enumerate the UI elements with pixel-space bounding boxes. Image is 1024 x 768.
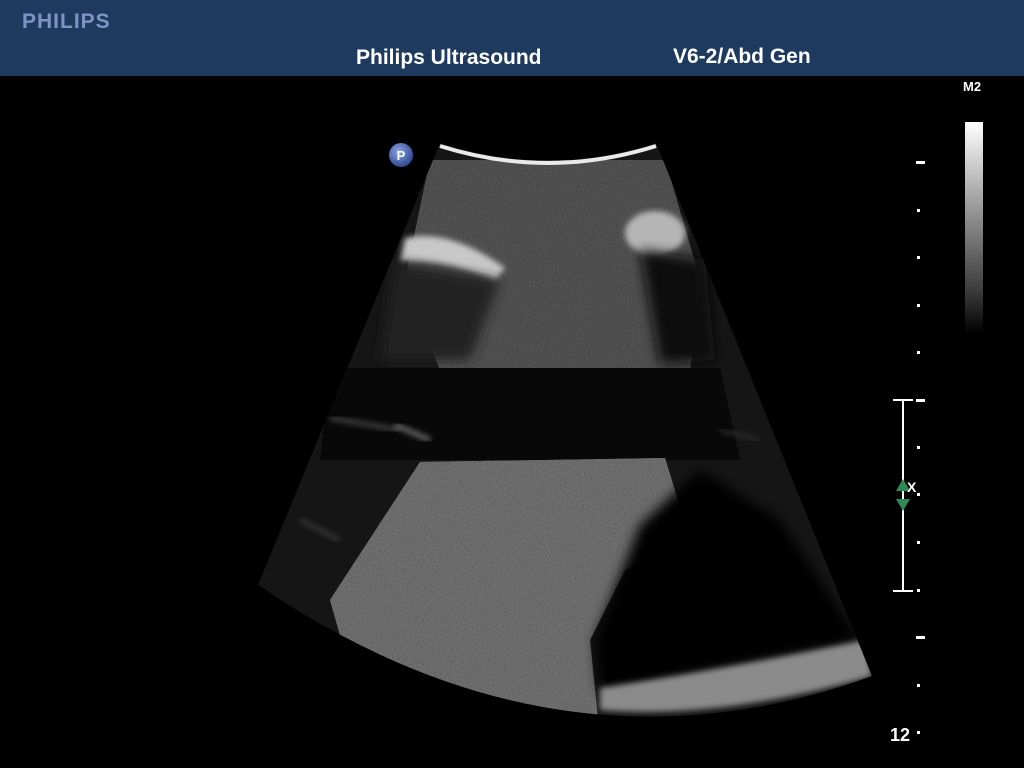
depth-tick-major (916, 161, 925, 164)
depth-tick-major (916, 399, 925, 402)
depth-tick-minor (917, 351, 920, 354)
title-bar: PHILIPS Philips Ultrasound V6-2/Abd Gen (0, 0, 1024, 76)
depth-readout: 12 (890, 725, 911, 745)
depth-tick-major (916, 636, 925, 639)
focal-zone-bottom-cap (893, 590, 913, 592)
app-title: Philips Ultrasound (356, 46, 542, 69)
depth-tick-minor (917, 304, 920, 307)
depth-tick-minor (917, 731, 920, 734)
focal-down-arrow-icon[interactable] (896, 499, 910, 511)
depth-tick-minor (917, 256, 920, 259)
probe-orientation-icon: P (389, 143, 413, 167)
echo-bright-right (625, 211, 685, 255)
depth-tick-minor (917, 541, 920, 544)
depth-tick-minor (917, 209, 920, 212)
anechoic-band (320, 368, 740, 460)
depth-tick-minor (917, 589, 920, 592)
depth-tick-minor (917, 446, 920, 449)
probe-preset-label: V6-2/Abd Gen (673, 45, 811, 68)
depth-tick-minor (917, 684, 920, 687)
depth-tick-minor (917, 493, 920, 496)
focal-zone-marker-label: X (907, 479, 917, 495)
ultrasound-image-area (0, 76, 1024, 768)
brand-logo: PHILIPS (22, 10, 111, 33)
ultrasound-sector-image (258, 143, 872, 717)
